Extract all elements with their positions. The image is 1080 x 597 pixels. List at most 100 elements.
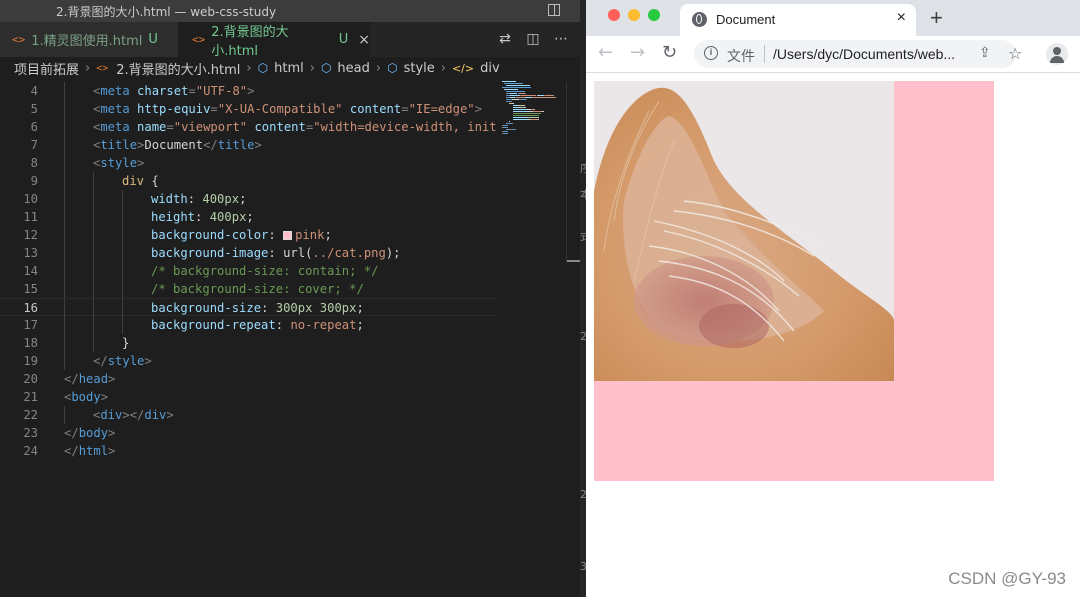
tab-sprite-html[interactable]: <> 1.精灵图使用.html U [0, 22, 178, 57]
code-line[interactable]: 10 width: 400px; [0, 190, 496, 208]
minimap-line [525, 99, 527, 100]
minimap-line [512, 119, 529, 120]
code-line[interactable]: 17 background-repeat: no-repeat; [0, 316, 496, 334]
code-text: <title>Document</title> [93, 136, 262, 154]
code-token: "viewport" [173, 120, 248, 134]
back-arrow-icon[interactable]: ← [598, 42, 613, 63]
indent-guide [64, 190, 65, 208]
code-line[interactable]: 23 </body> [0, 424, 496, 442]
minimap-line [507, 131, 509, 132]
code-line[interactable]: 18} [0, 334, 496, 352]
code-text: width: 400px; [151, 190, 246, 208]
code-token: </ [93, 354, 108, 368]
code-line[interactable]: 22 <div></div> [0, 406, 496, 424]
code-text: <meta charset="UTF-8"> [93, 82, 254, 100]
code-line[interactable]: 8 <style> [0, 154, 496, 172]
code-token: </ [64, 444, 79, 458]
new-tab-button[interactable]: + [930, 5, 943, 31]
code-text: div { [122, 172, 159, 190]
breadcrumb-style[interactable]: style [404, 61, 435, 76]
breadcrumb-html[interactable]: html [274, 61, 304, 76]
open-changes-icon[interactable]: ⇄ [498, 31, 512, 47]
close-icon[interactable]: × [897, 9, 906, 27]
minimap-line [514, 129, 516, 130]
code-line[interactable]: 6 <meta name="viewport" content="width=de… [0, 118, 496, 136]
minimap-line [538, 117, 539, 118]
minimap[interactable] [498, 79, 568, 597]
share-icon[interactable]: ⇪ [979, 44, 991, 61]
layout-toggle-icon[interactable] [548, 4, 560, 16]
code-token: > [166, 408, 174, 422]
code-line[interactable]: 5 <meta http-equiv="X-UA-Compatible" cont… [0, 100, 496, 118]
code-token: body [78, 426, 109, 440]
breadcrumb-folder[interactable]: 项目前拓展 [14, 59, 79, 78]
scrollbar-thumb[interactable] [567, 260, 581, 262]
code-line[interactable]: 16 background-size: 300px 300px; [0, 298, 496, 317]
code-line[interactable]: 20 </head> [0, 370, 496, 388]
profile-avatar-icon[interactable] [1046, 43, 1068, 65]
code-line[interactable]: 11 height: 400px; [0, 208, 496, 226]
code-line[interactable]: 4 <meta charset="UTF-8"> [0, 82, 496, 100]
line-number: 23 [23, 426, 38, 440]
browser-tab-title: Document [716, 12, 776, 27]
close-tab-icon[interactable]: × [358, 32, 370, 48]
code-token: ../cat.png [312, 246, 386, 260]
more-actions-icon[interactable]: ⋯ [554, 31, 568, 47]
code-line[interactable]: 12 background-color: pink; [0, 226, 496, 244]
breadcrumb-file[interactable]: 2.背景图的大小.html [116, 59, 240, 78]
minimap-line [511, 95, 521, 96]
element-icon: ⬡ [320, 61, 332, 75]
breadcrumb-div[interactable]: div [480, 61, 500, 76]
code-text: <body> [64, 388, 108, 406]
code-token: background-color [151, 228, 269, 242]
code-text: <meta name="viewport" content="width=dev… [93, 118, 496, 136]
indent-guide [93, 299, 94, 317]
breadcrumb-head[interactable]: head [337, 61, 369, 76]
code-text: height: 400px; [151, 208, 254, 226]
minimap-line [524, 93, 526, 94]
indent-guide [64, 299, 65, 317]
code-token: Document [144, 138, 204, 152]
forward-arrow-icon[interactable]: → [630, 42, 645, 63]
code-text: <meta http-equiv="X-UA-Compatible" conte… [93, 100, 482, 118]
globe-icon [692, 12, 707, 27]
color-swatch[interactable] [283, 231, 293, 240]
code-line[interactable]: 14 /* background-size: contain; */ [0, 262, 496, 280]
code-line[interactable]: 15 /* background-size: cover; */ [0, 280, 496, 298]
zoom-window-button[interactable] [648, 9, 660, 21]
code-text: background-repeat: no-repeat; [151, 316, 364, 334]
editor-scrollbar[interactable] [566, 82, 581, 262]
code-text: background-size: 300px 300px; [151, 299, 364, 317]
csdn-watermark: CSDN @GY-93 [948, 569, 1066, 588]
html-file-icon: <> [192, 33, 206, 46]
browser-tab-document[interactable]: Document × [680, 4, 916, 36]
line-number: 7 [30, 138, 38, 152]
code-line[interactable]: 21 <body> [0, 388, 496, 406]
address-bar[interactable]: i 文件 /Users/dyc/Documents/web... ⇪ [694, 40, 1016, 68]
close-window-button[interactable] [608, 9, 620, 21]
bookmark-star-icon[interactable]: ☆ [1008, 44, 1022, 63]
code-line[interactable]: 9 div { [0, 172, 496, 190]
reload-icon[interactable]: ↻ [662, 42, 677, 63]
minimap-line [507, 133, 509, 134]
code-token: </ [64, 372, 79, 386]
line-number: 20 [23, 372, 38, 386]
code-line[interactable]: 7 <title>Document</title> [0, 136, 496, 154]
tab-background-size-html[interactable]: <> 2.背景图的大小.html U × [178, 22, 370, 59]
code-token: ; [239, 192, 247, 206]
code-token: > [108, 372, 116, 386]
code-token: ></ [122, 408, 145, 422]
address-url[interactable]: /Users/dyc/Documents/web... [773, 46, 955, 62]
code-line[interactable]: 13 background-image: url(../cat.png); [0, 244, 496, 262]
info-icon[interactable]: i [704, 46, 718, 60]
split-editor-icon[interactable]: ◫ [526, 31, 540, 47]
address-separator [764, 45, 765, 63]
minimize-window-button[interactable] [628, 9, 640, 21]
code-line[interactable]: 24 </html> [0, 442, 496, 460]
code-line[interactable]: 19 </style> [0, 352, 496, 370]
code-editor[interactable]: 4 <meta charset="UTF-8"> 5 <meta http-equiv… [0, 82, 496, 597]
code-token: style [107, 354, 145, 368]
minimap-line [512, 117, 527, 118]
